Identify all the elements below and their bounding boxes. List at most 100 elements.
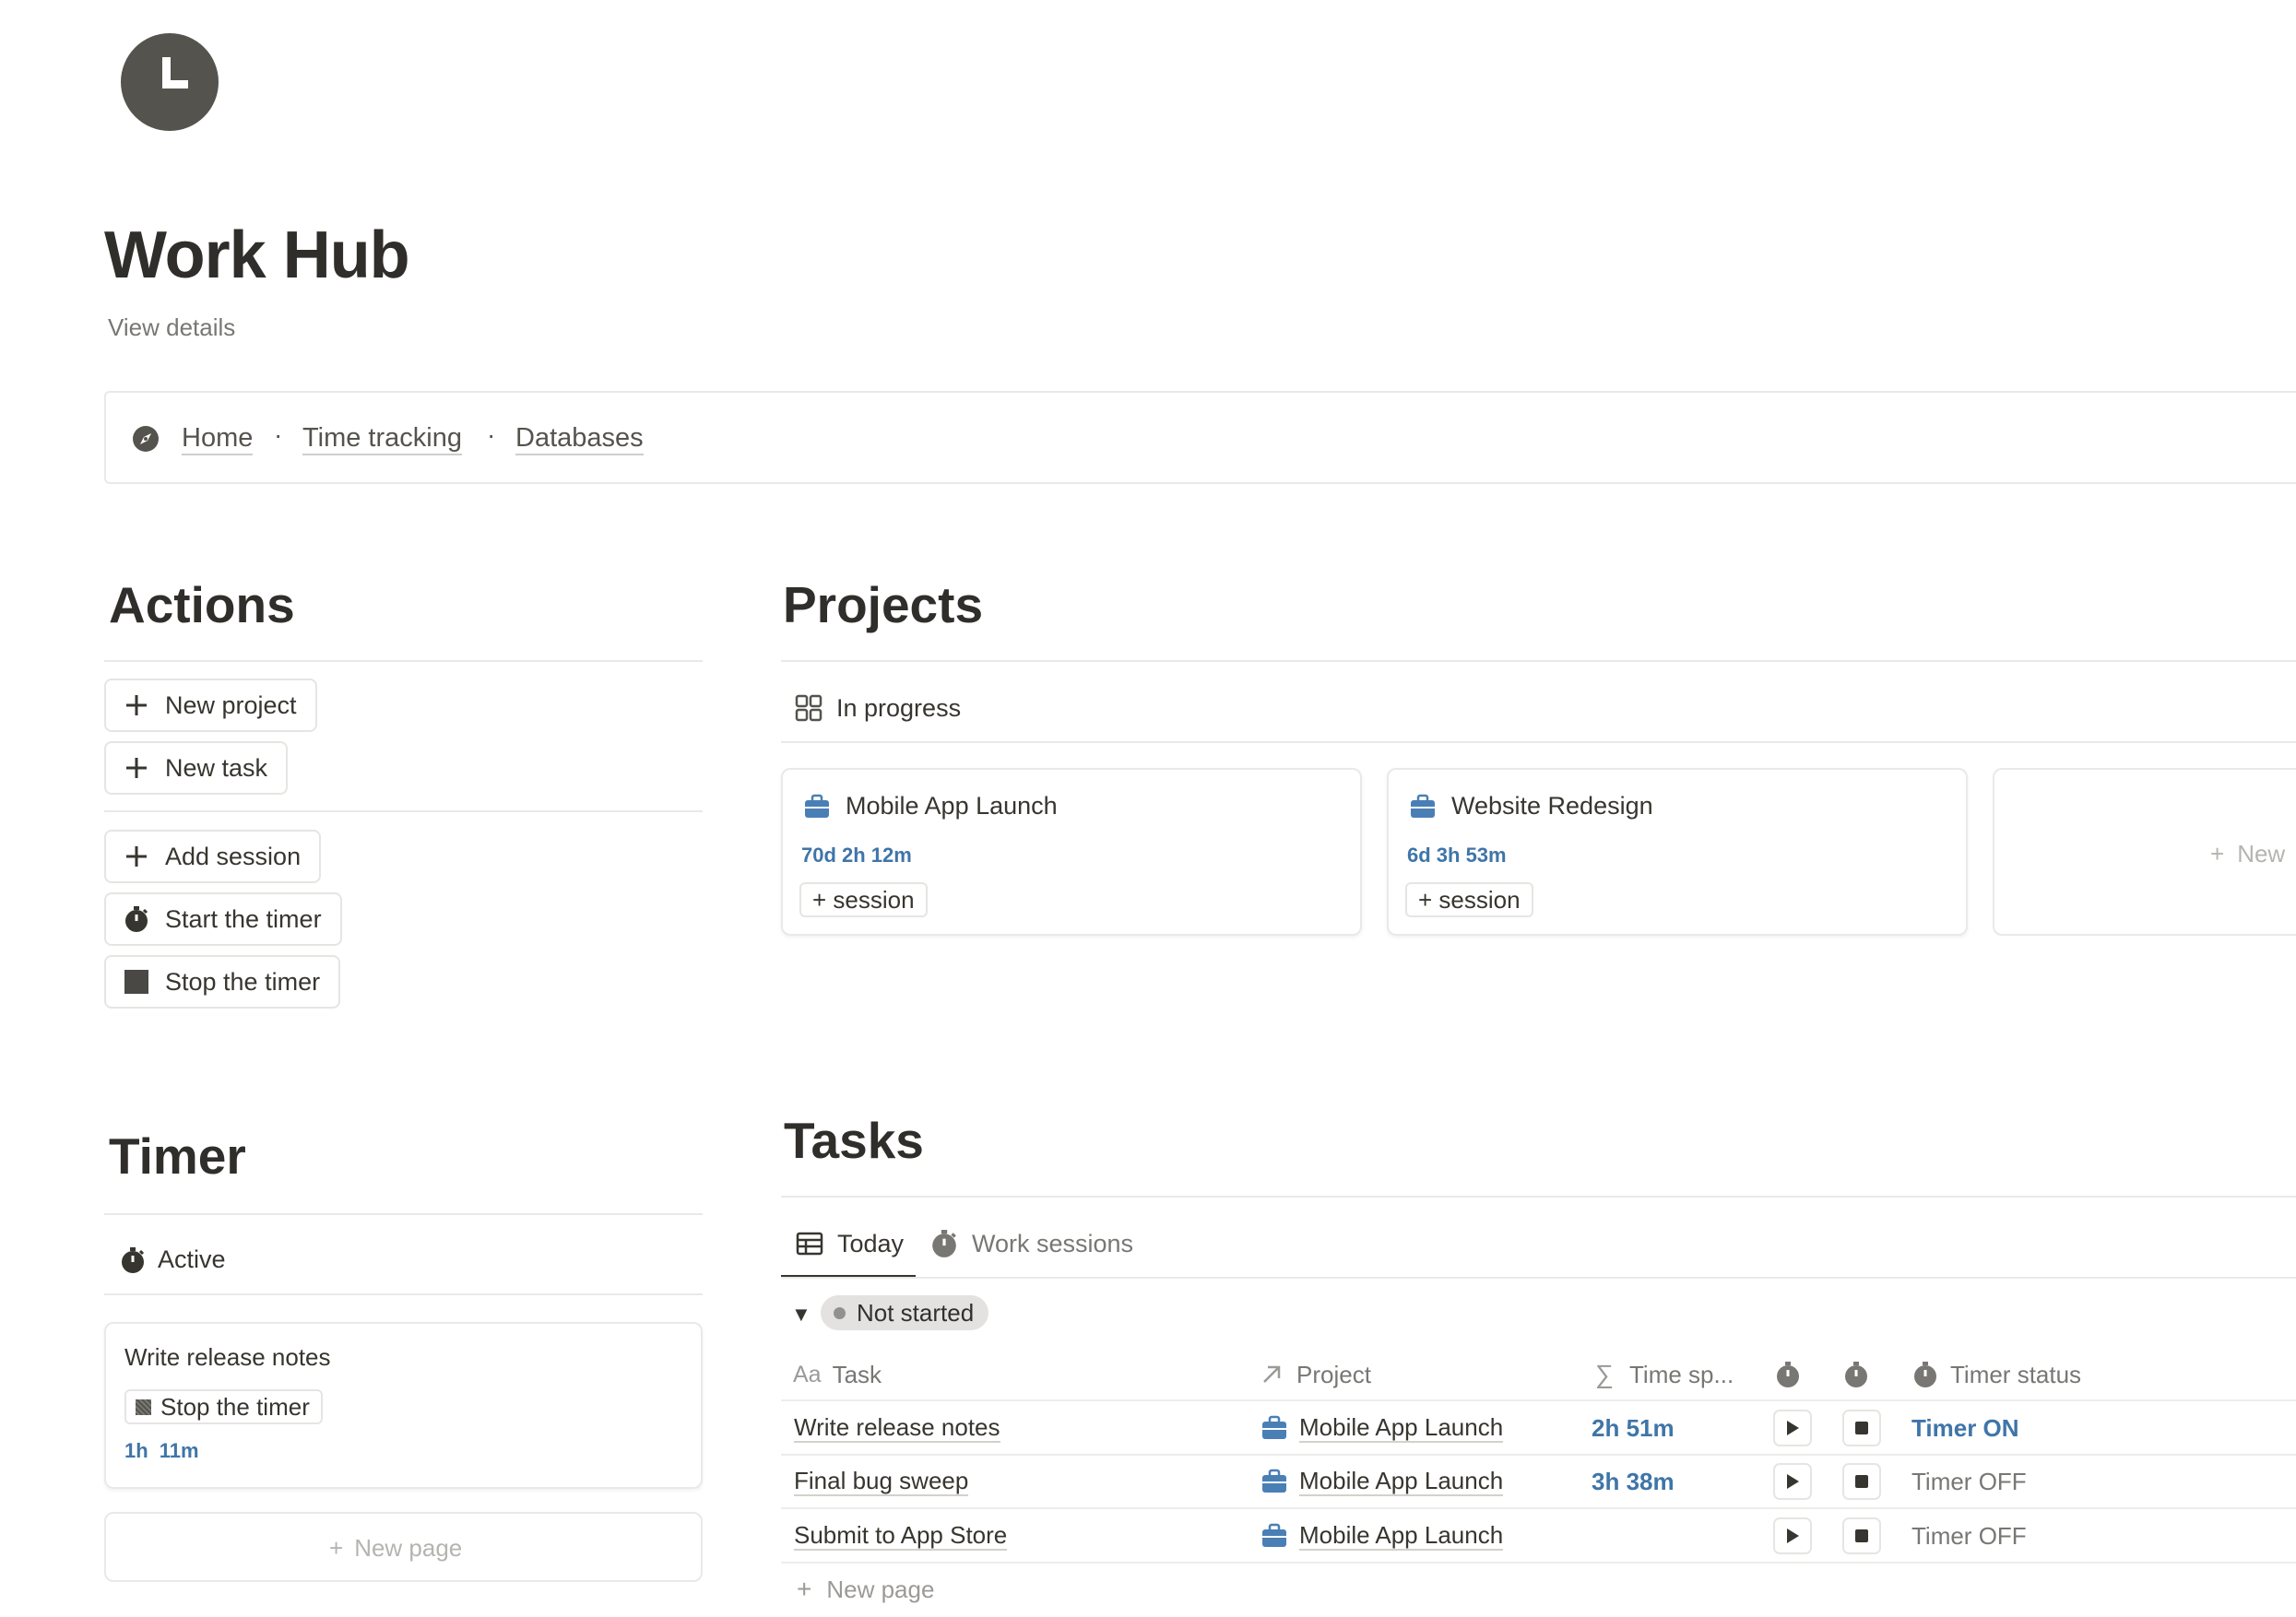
briefcase-icon: [1262, 1523, 1286, 1547]
row-divider: [781, 1562, 2296, 1564]
stop-icon: [1855, 1475, 1868, 1488]
briefcase-icon: [805, 794, 829, 818]
divider: [781, 741, 2296, 743]
stop-icon: [1855, 1422, 1868, 1434]
new-project-card-label[interactable]: + New: [2210, 840, 2285, 868]
tab-work-sessions[interactable]: Work sessions: [929, 1229, 1133, 1258]
project-title: Mobile App Launch: [846, 792, 1058, 820]
briefcase-icon: [1411, 794, 1435, 818]
plus-icon: [123, 843, 150, 870]
divider: [781, 1277, 2296, 1279]
tab-label: Work sessions: [972, 1229, 1134, 1257]
stop-square-icon: [136, 1399, 151, 1415]
add-session-button[interactable]: + session: [1405, 882, 1533, 917]
column-label: Project: [1296, 1360, 1371, 1388]
play-icon: [1787, 1421, 1799, 1435]
briefcase-icon: [1262, 1415, 1286, 1439]
column-label: Task: [832, 1360, 882, 1388]
start-timer-button[interactable]: [1773, 1517, 1812, 1554]
nav-separator: ·: [274, 420, 283, 449]
play-icon: [1787, 1528, 1799, 1543]
plus-icon: +: [2210, 840, 2225, 868]
status-dot-icon: [834, 1306, 846, 1319]
stopwatch-icon: [929, 1229, 959, 1258]
stopwatch-icon: [119, 1246, 147, 1274]
column-header-timer-status[interactable]: Timer status: [1911, 1359, 2081, 1390]
timer-status: Timer ON: [1911, 1413, 2019, 1442]
new-task-label: New task: [165, 753, 268, 782]
timer-duration: 1h 11m: [124, 1439, 199, 1462]
plus-icon: +: [329, 1534, 344, 1562]
timer-card-title: Write release notes: [124, 1343, 331, 1371]
timer-heading: Timer: [109, 1127, 246, 1185]
nav-separator: ·: [487, 420, 496, 449]
project-card[interactable]: Mobile App Launch 70d 2h 12m + session: [781, 768, 1362, 936]
view-tab-active[interactable]: Active: [119, 1245, 226, 1274]
task-name[interactable]: Final bug sweep: [794, 1467, 969, 1496]
project-link: Mobile App Launch: [1299, 1521, 1504, 1551]
timer-new-page-label[interactable]: + New page: [329, 1534, 462, 1563]
project-card[interactable]: Website Redesign 6d 3h 53m + session: [1387, 768, 1968, 936]
task-project[interactable]: Mobile App Launch: [1260, 1517, 1504, 1554]
nav-link-time-tracking[interactable]: Time tracking: [302, 422, 462, 455]
column-header-project[interactable]: Project: [1258, 1359, 1371, 1390]
start-timer-button[interactable]: [1773, 1410, 1812, 1446]
row-divider: [781, 1507, 2296, 1509]
divider: [104, 660, 703, 662]
task-name[interactable]: Write release notes: [794, 1413, 1000, 1443]
divider: [781, 660, 2296, 662]
new-project-label: New project: [165, 690, 297, 719]
plus-icon: [123, 691, 150, 719]
stopwatch-icon: [1842, 1361, 1870, 1388]
column-label: Time sp...: [1629, 1360, 1734, 1388]
nav-link-home[interactable]: Home: [182, 422, 254, 455]
group-label: Not started: [857, 1298, 975, 1327]
row-divider: [781, 1399, 2296, 1401]
new-project-button[interactable]: New project: [104, 679, 317, 732]
project-card-title: Mobile App Launch: [803, 792, 1058, 820]
stop-timer-button[interactable]: [1842, 1517, 1881, 1554]
tab-label: Today: [837, 1229, 905, 1257]
stop-timer-button[interactable]: [1842, 1463, 1881, 1500]
stopwatch-icon: [123, 905, 150, 933]
stop-timer-button[interactable]: Stop the timer: [104, 955, 341, 1009]
tasks-new-page-button[interactable]: + New page: [797, 1575, 934, 1604]
project-link: Mobile App Launch: [1299, 1467, 1504, 1496]
tab-today[interactable]: Today: [795, 1229, 904, 1258]
row-divider: [781, 1454, 2296, 1456]
stopwatch-icon: [1774, 1361, 1802, 1388]
task-project[interactable]: Mobile App Launch: [1260, 1410, 1504, 1446]
divider: [104, 1213, 703, 1215]
sigma-icon: ∑: [1595, 1360, 1614, 1388]
projects-heading: Projects: [783, 576, 984, 633]
column-header-stop[interactable]: [1842, 1359, 1881, 1390]
task-name[interactable]: Submit to App Store: [794, 1521, 1008, 1551]
view-tab-in-progress[interactable]: In progress: [794, 693, 961, 723]
column-header-start[interactable]: [1774, 1359, 1813, 1390]
divider: [104, 1293, 703, 1295]
task-project[interactable]: Mobile App Launch: [1260, 1463, 1504, 1500]
project-card-title: Website Redesign: [1409, 792, 1653, 820]
new-task-button[interactable]: New task: [104, 741, 289, 795]
start-timer-button[interactable]: [1773, 1463, 1812, 1500]
nav-link-databases[interactable]: Databases: [515, 422, 644, 455]
column-header-task[interactable]: Aa Task: [793, 1359, 882, 1390]
view-tab-label: In progress: [836, 693, 962, 722]
start-timer-label: Start the timer: [165, 904, 322, 933]
group-toggle-icon[interactable]: ▼: [791, 1303, 811, 1327]
add-session-button[interactable]: Add session: [104, 830, 322, 883]
add-session-button[interactable]: + session: [799, 882, 928, 917]
stop-timer-button[interactable]: [1842, 1410, 1881, 1446]
time-spent: 2h 51m: [1592, 1413, 1675, 1442]
column-header-time[interactable]: ∑ Time sp...: [1591, 1359, 1734, 1390]
start-timer-button[interactable]: Start the timer: [104, 892, 342, 946]
stop-icon: [1855, 1529, 1868, 1542]
project-link: Mobile App Launch: [1299, 1413, 1504, 1443]
divider: [781, 1196, 2296, 1198]
project-title: Website Redesign: [1451, 792, 1653, 820]
compass-icon: [132, 425, 160, 453]
timer-stop-button[interactable]: Stop the timer: [124, 1389, 323, 1424]
new-page-text: New page: [826, 1575, 935, 1603]
view-details-link[interactable]: View details: [108, 313, 235, 342]
briefcase-icon: [1262, 1469, 1286, 1493]
